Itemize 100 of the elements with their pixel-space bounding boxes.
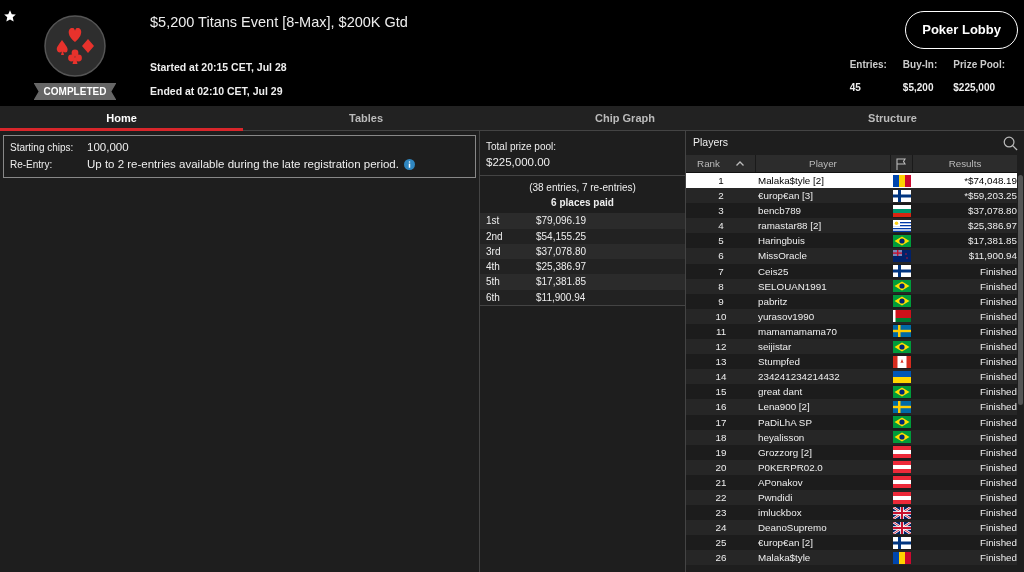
flag-icon bbox=[893, 219, 911, 232]
player-cell-text: APonakov bbox=[757, 475, 804, 490]
player-cell-text: bencb789 bbox=[757, 204, 803, 219]
rank-cell-text: 4 bbox=[717, 219, 725, 234]
prize-place: 2nd bbox=[486, 229, 504, 244]
rank-cell-text: 23 bbox=[714, 506, 728, 521]
rank-cell-text: 13 bbox=[714, 355, 728, 370]
stat-label: Buy-In: bbox=[902, 57, 938, 72]
column-header[interactable]: Player bbox=[756, 155, 891, 172]
prize-amount: $79,096.19 bbox=[536, 214, 587, 229]
flag-icon bbox=[893, 370, 911, 383]
rank-cell-text: 17 bbox=[714, 415, 728, 430]
column-header: Results bbox=[947, 157, 983, 171]
result-cell-text: Finished bbox=[978, 279, 1017, 294]
result-cell-text: *$59,203.25 bbox=[963, 189, 1017, 204]
table-row[interactable]: 24 DeanoSupremo Finished bbox=[686, 520, 1017, 536]
flag-icon bbox=[893, 340, 911, 353]
prize-amount: $11,900.94 bbox=[536, 290, 586, 305]
rank-cell-text: 1 bbox=[717, 174, 725, 188]
flag-icon bbox=[893, 431, 911, 444]
result-cell-text: Finished bbox=[978, 309, 1017, 324]
player-cell-text: great dant bbox=[757, 385, 804, 400]
event-title: $5,200 Titans Event [8-Max], $200K Gtd bbox=[150, 13, 409, 32]
table-row[interactable]: 2 €urop€an [3] *$59,203.25 bbox=[686, 188, 1017, 204]
sort-caret-icon[interactable] bbox=[735, 161, 744, 166]
tab[interactable]: Home bbox=[0, 106, 243, 131]
prize-place: 4th bbox=[486, 260, 501, 275]
table-row[interactable]: 26 Malaka$tyle Finished bbox=[686, 550, 1017, 566]
player-cell-text: Malaka$tyle bbox=[757, 551, 812, 566]
prize-amount: $25,386.97 bbox=[536, 260, 587, 275]
rank-cell-text: 24 bbox=[714, 521, 728, 536]
table-row[interactable]: 1 Malaka$tyle [2] *$74,048.19 bbox=[686, 173, 1017, 189]
flag-icon bbox=[893, 295, 911, 308]
rank-cell-text: 25 bbox=[714, 536, 728, 551]
player-cell-text: €urop€an [3] bbox=[757, 189, 815, 204]
prize-amount: $17,381.85 bbox=[536, 275, 587, 290]
player-cell-text: mamamamama70 bbox=[757, 324, 838, 339]
info-label: Re-Entry: bbox=[10, 158, 54, 173]
player-cell-text: pabritz bbox=[757, 294, 789, 309]
player-cell-text: Haringbuis bbox=[757, 234, 806, 249]
player-cell-text: PaDiLhA SP bbox=[757, 415, 813, 430]
rank-cell-text: 5 bbox=[717, 234, 725, 249]
player-cell-text: ramastar88 [2] bbox=[757, 219, 823, 234]
tab[interactable]: Chip Graph bbox=[489, 106, 761, 131]
suits-emblem-icon bbox=[44, 15, 106, 77]
rank-cell-text: 22 bbox=[714, 490, 728, 505]
table-row[interactable]: 6 MissOracle $11,900.94 bbox=[686, 248, 1017, 264]
result-cell-text: *$74,048.19 bbox=[963, 174, 1017, 188]
player-cell-text: DeanoSupremo bbox=[757, 521, 828, 536]
rank-cell-text: 26 bbox=[714, 551, 728, 566]
result-cell-text: Finished bbox=[978, 521, 1017, 536]
rank-cell-text: 19 bbox=[714, 445, 728, 460]
flag-icon bbox=[893, 400, 911, 413]
rank-cell-text: 9 bbox=[717, 294, 725, 309]
places-paid: 6 places paid bbox=[551, 196, 614, 211]
flag-icon bbox=[893, 355, 911, 368]
player-cell-text: Pwndidi bbox=[757, 490, 794, 505]
info-value: Up to 2 re-entries available during the late registration period. bbox=[87, 157, 399, 173]
player-cell-text: SELOUAN1991 bbox=[757, 279, 828, 294]
flag-icon bbox=[893, 491, 911, 504]
rank-cell-text: 7 bbox=[717, 264, 725, 279]
flag-icon bbox=[893, 385, 911, 398]
result-cell-text: $11,900.94 bbox=[967, 249, 1017, 264]
result-cell-text: Finished bbox=[978, 294, 1017, 309]
prize-place: 3rd bbox=[486, 244, 502, 259]
table-row[interactable]: 12 seijistar Finished bbox=[686, 339, 1017, 355]
info-icon[interactable] bbox=[403, 159, 415, 171]
stat-value: $5,200 bbox=[902, 80, 935, 95]
flag-icon bbox=[893, 310, 911, 323]
table-row[interactable]: 16 Lena900 [2] Finished bbox=[686, 399, 1017, 415]
prize-place: 6th bbox=[486, 290, 501, 305]
table-row[interactable]: 14 234241234214432 Finished bbox=[686, 369, 1017, 385]
flag-icon bbox=[893, 325, 911, 338]
rank-cell-text: 20 bbox=[714, 460, 728, 475]
result-cell-text: $25,386.97 bbox=[966, 219, 1017, 234]
flag-icon bbox=[893, 476, 911, 489]
player-cell-text: Ceis25 bbox=[757, 264, 790, 279]
tab[interactable]: Tables bbox=[243, 106, 489, 131]
rank-cell-text: 10 bbox=[714, 309, 728, 324]
tab[interactable]: Structure bbox=[761, 106, 1024, 131]
flag-icon bbox=[893, 506, 911, 519]
rank-cell-text: 11 bbox=[714, 324, 728, 339]
panel-title: Players bbox=[693, 135, 728, 151]
prize-place: 5th bbox=[486, 275, 501, 290]
flag-column-icon bbox=[896, 157, 907, 170]
flag-icon bbox=[893, 461, 911, 474]
player-cell-text: P0KERPR02.0 bbox=[757, 460, 824, 475]
rank-cell-text: 2 bbox=[717, 189, 725, 204]
flag-icon bbox=[893, 174, 911, 187]
table-row[interactable]: 4 ramastar88 [2] $25,386.97 bbox=[686, 218, 1017, 234]
result-cell-text: Finished bbox=[978, 506, 1017, 521]
player-cell-text: 234241234214432 bbox=[757, 370, 841, 385]
result-cell-text: $17,381.85 bbox=[966, 234, 1017, 249]
result-cell-text: Finished bbox=[978, 460, 1017, 475]
stat-value: 45 bbox=[849, 80, 862, 95]
prize-pool-label: Total prize pool: bbox=[486, 140, 558, 154]
player-cell-text: Stumpfed bbox=[757, 355, 801, 370]
rank-cell-text: 18 bbox=[714, 430, 728, 445]
search-icon[interactable] bbox=[1003, 135, 1018, 151]
result-cell-text: Finished bbox=[978, 430, 1017, 445]
